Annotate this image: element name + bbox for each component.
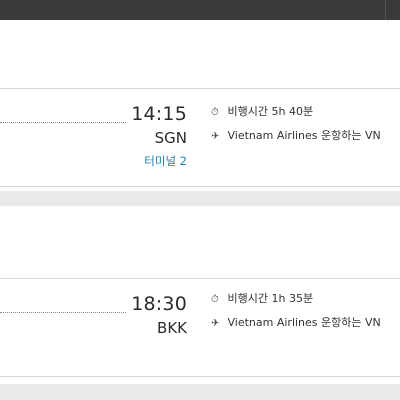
clock-icon: ⏱ — [211, 294, 219, 305]
route-line — [0, 122, 126, 123]
flight-duration-label: 비행시간 1h 35분 — [227, 292, 314, 305]
arrival-time: 18:30 — [131, 293, 187, 315]
operating-airline: ✈ Vietnam Airlines 운항하는 VN — [211, 314, 381, 330]
route-line — [0, 312, 126, 313]
plane-icon: ✈ — [211, 131, 220, 142]
clock-icon: ⏱ — [211, 107, 219, 118]
arrival-time: 14:15 — [131, 103, 187, 125]
flight-duration: ⏱ 비행시간 1h 35분 — [211, 290, 313, 306]
arrival-terminal: 터미널 2 — [144, 154, 187, 168]
flight-segment: 14:15 SGN 터미널 2 ⏱ 비행시간 5h 40분 ✈ Vietnam … — [0, 88, 400, 187]
flight-card: 18:30 BKK ⏱ 비행시간 1h 35분 ✈ Vietnam Airlin… — [0, 206, 400, 384]
plane-icon: ✈ — [211, 318, 220, 329]
flight-duration: ⏱ 비행시간 5h 40분 — [211, 103, 313, 119]
flight-duration-label: 비행시간 5h 40분 — [227, 105, 314, 118]
arrival-airport: BKK — [157, 319, 187, 337]
operating-airline-label: Vietnam Airlines 운항하는 VN — [227, 129, 381, 142]
arrival-airport: SGN — [154, 129, 187, 147]
flight-card: 14:15 SGN 터미널 2 ⏱ 비행시간 5h 40분 ✈ Vietnam … — [0, 20, 400, 191]
flight-segment: 18:30 BKK ⏱ 비행시간 1h 35분 ✈ Vietnam Airlin… — [0, 278, 400, 377]
operating-airline-label: Vietnam Airlines 운항하는 VN — [227, 316, 381, 329]
top-bar — [0, 0, 400, 20]
top-bar-divider — [385, 0, 386, 20]
operating-airline: ✈ Vietnam Airlines 운항하는 VN — [211, 127, 381, 143]
